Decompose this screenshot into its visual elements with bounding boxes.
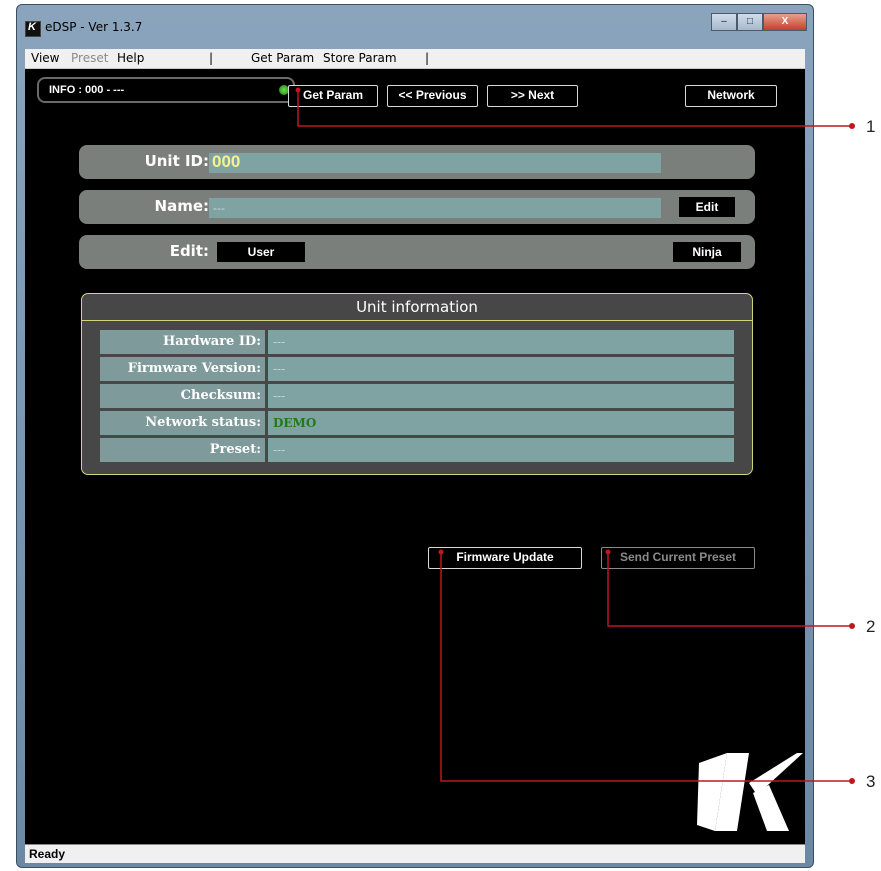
leader-dot-3	[438, 549, 444, 555]
leader-end-1	[849, 123, 855, 129]
callout-number-2: 2	[866, 617, 876, 636]
leader-end-2	[849, 623, 855, 629]
leader-line-2	[607, 552, 852, 627]
leader-end-3	[849, 778, 855, 784]
leader-dot-2	[605, 549, 611, 555]
callout-number-3: 3	[866, 772, 876, 791]
leader-dot-1	[295, 87, 301, 93]
callout-leaders	[295, 87, 855, 784]
callout-number-1: 1	[866, 117, 876, 136]
leader-line-1	[297, 90, 852, 127]
leader-line-3	[440, 552, 852, 782]
